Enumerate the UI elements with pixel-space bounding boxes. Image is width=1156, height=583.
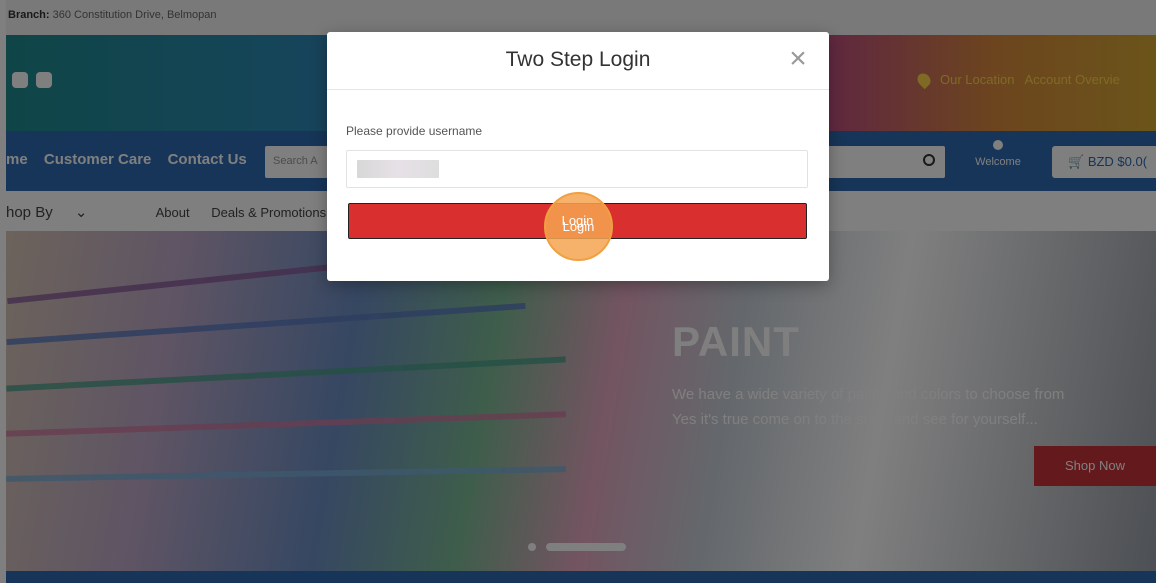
close-icon[interactable]: × <box>783 42 813 76</box>
username-label: Please provide username <box>346 124 483 138</box>
dialog-header: Two Step Login × <box>327 32 829 90</box>
redacted-username <box>357 160 439 178</box>
dialog-title: Two Step Login <box>505 48 651 71</box>
login-button-label: Login <box>561 213 594 228</box>
username-field[interactable] <box>346 150 808 188</box>
